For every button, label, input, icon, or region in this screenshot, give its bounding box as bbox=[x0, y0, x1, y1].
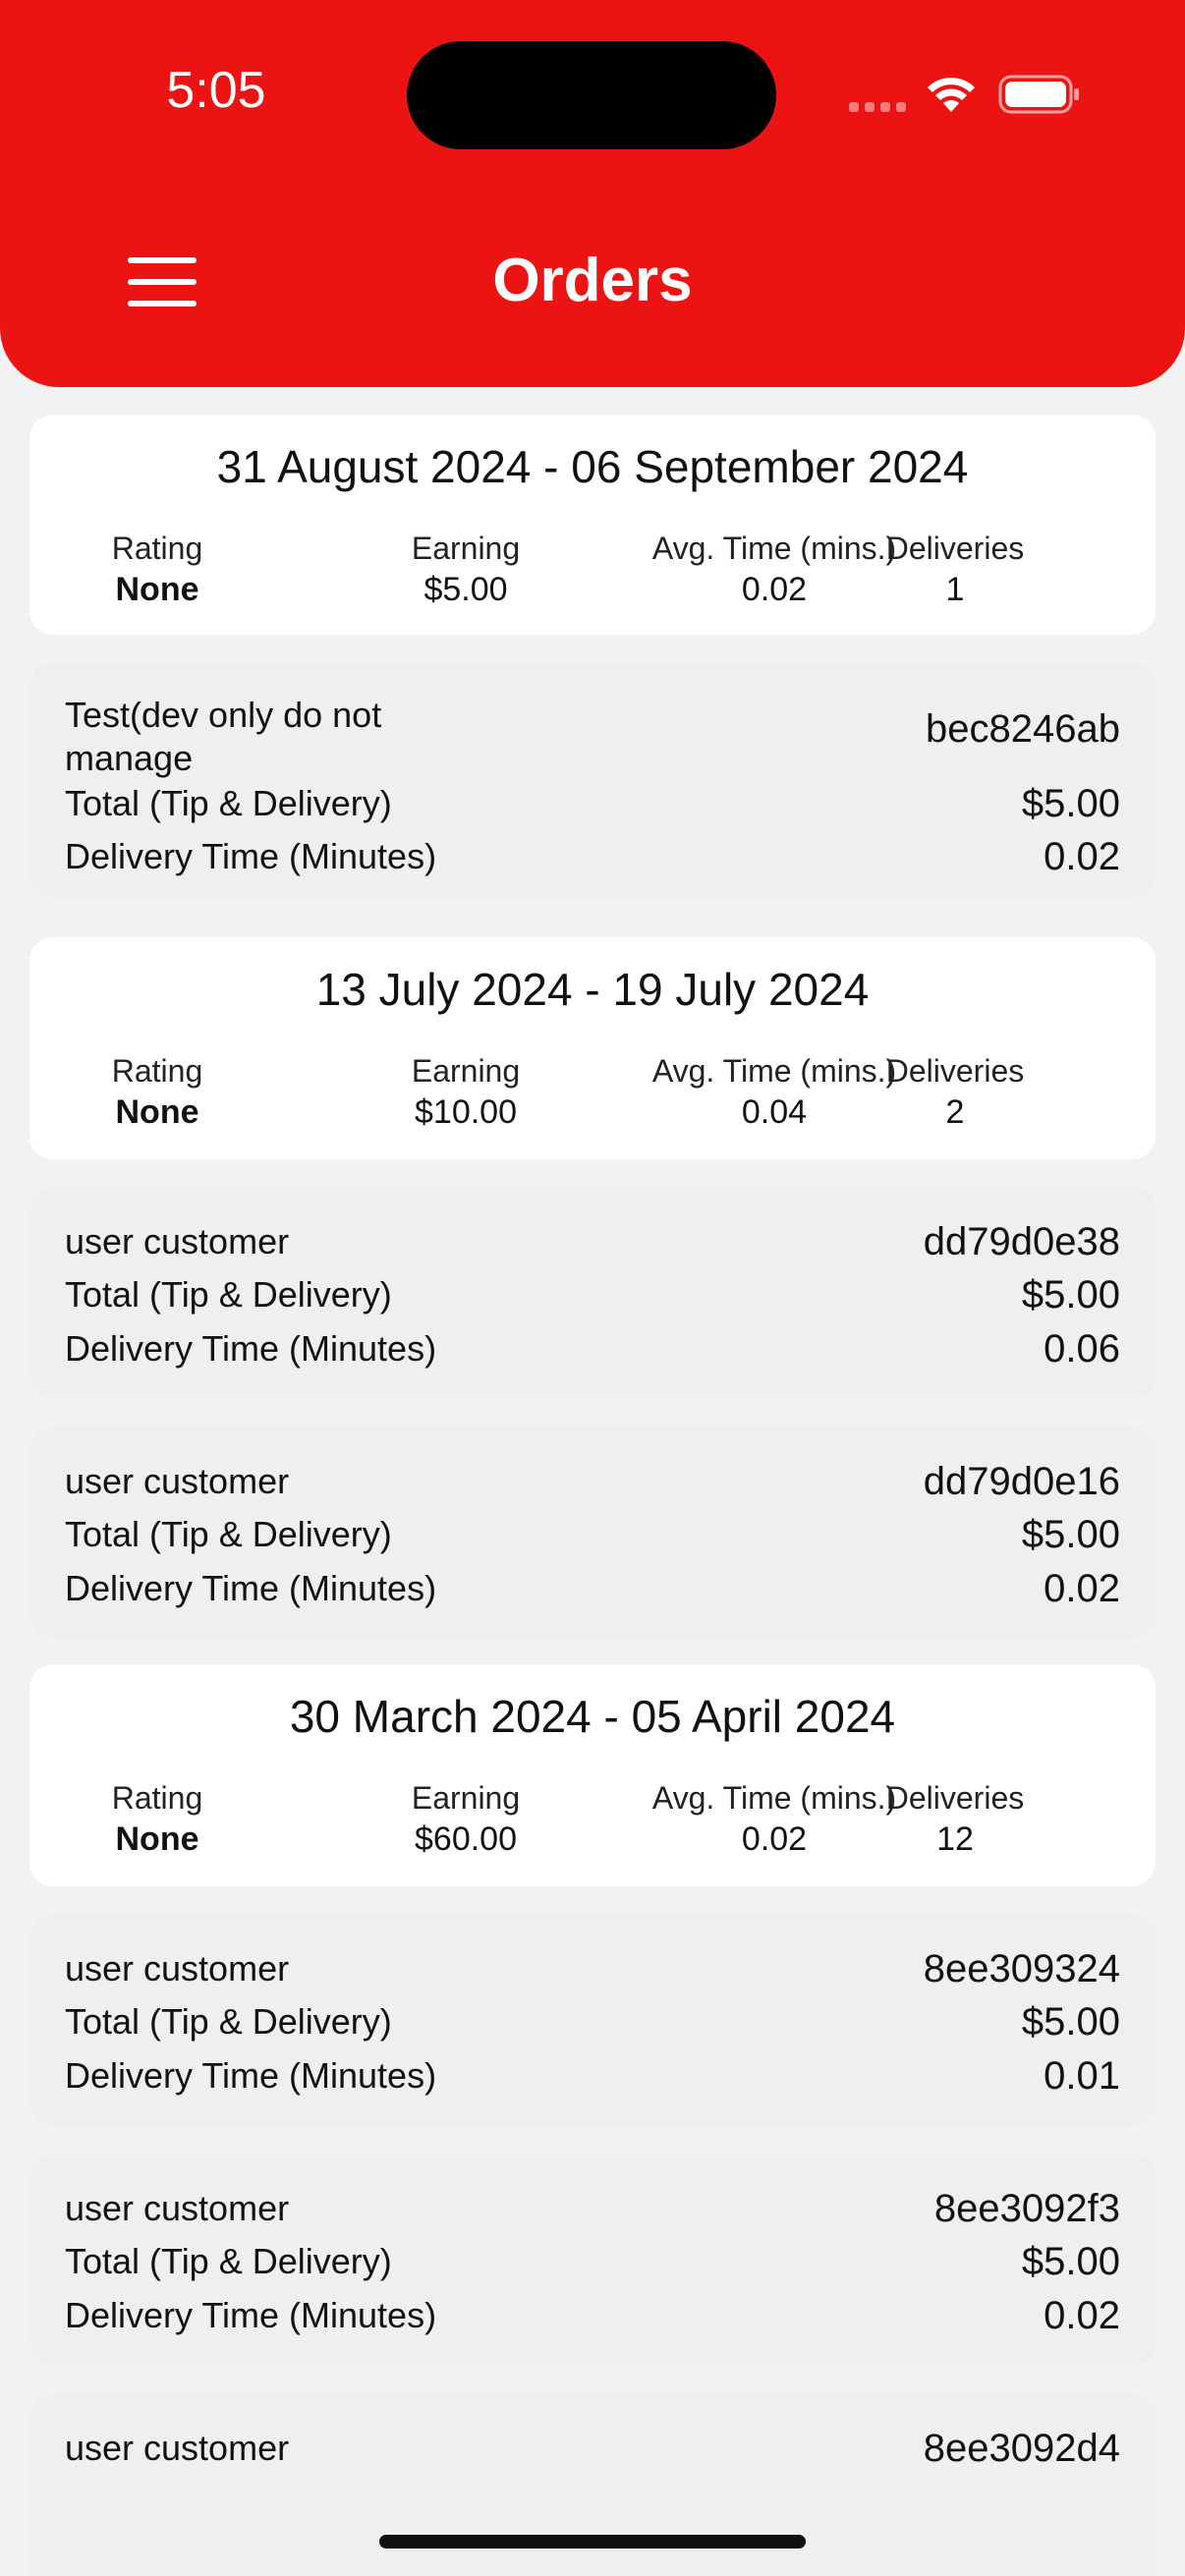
total-label: Total (Tip & Delivery) bbox=[65, 2241, 392, 2281]
stat-value: 2 bbox=[945, 1093, 965, 1131]
week-summary-card[interactable]: 31 August 2024 - 06 September 2024 Ratin… bbox=[29, 415, 1156, 635]
order-id: 8ee3092d4 bbox=[923, 2427, 1120, 2470]
stat-value: None bbox=[115, 1820, 199, 1858]
stat-label: Deliveries bbox=[885, 1053, 1025, 1089]
delivery-time-value: 0.02 bbox=[1044, 1567, 1120, 1610]
stat-rating: Rating None bbox=[29, 1778, 285, 1861]
order-card[interactable]: user customer dd79d0e38 Total (Tip & Del… bbox=[29, 1187, 1156, 1399]
stat-label: Rating bbox=[111, 531, 203, 566]
stat-value: $5.00 bbox=[423, 571, 508, 608]
stat-value: None bbox=[115, 1093, 199, 1131]
stat-earning: Earning $10.00 bbox=[338, 1051, 593, 1134]
stat-label: Earning bbox=[411, 1053, 521, 1089]
total-value: $5.00 bbox=[1021, 2000, 1120, 2044]
battery-icon bbox=[998, 75, 1079, 114]
week-range: 30 March 2024 - 05 April 2024 bbox=[289, 1691, 896, 1742]
delivery-time-label: Delivery Time (Minutes) bbox=[65, 2055, 437, 2096]
stat-deliveries: Deliveries 1 bbox=[827, 529, 1083, 611]
status-time: 5:05 bbox=[166, 62, 266, 119]
order-card[interactable]: user customer 8ee3092f3 Total (Tip & Del… bbox=[29, 2154, 1156, 2366]
customer-name: user customer bbox=[65, 1948, 290, 1988]
total-label: Total (Tip & Delivery) bbox=[65, 2001, 392, 2042]
delivery-time-value: 0.06 bbox=[1044, 1327, 1120, 1371]
stat-value: $60.00 bbox=[415, 1820, 517, 1858]
stat-rating: Rating None bbox=[29, 529, 285, 611]
stat-label: Earning bbox=[411, 1780, 521, 1816]
stat-value: 1 bbox=[945, 571, 965, 608]
stat-value: None bbox=[115, 571, 199, 608]
customer-name: user customer bbox=[65, 2428, 290, 2468]
delivery-time-value: 0.02 bbox=[1044, 2294, 1120, 2337]
home-indicator bbox=[379, 2535, 806, 2548]
delivery-time-label: Delivery Time (Minutes) bbox=[65, 1328, 437, 1369]
order-card[interactable]: user customer 8ee309324 Total (Tip & Del… bbox=[29, 1914, 1156, 2126]
stat-deliveries: Deliveries 12 bbox=[827, 1778, 1083, 1861]
stat-deliveries: Deliveries 2 bbox=[827, 1051, 1083, 1134]
order-card[interactable]: user customer 8ee3092d4 bbox=[29, 2393, 1156, 2576]
stat-label: Deliveries bbox=[885, 1780, 1025, 1816]
order-id: 8ee3092f3 bbox=[933, 2187, 1120, 2230]
order-id: dd79d0e16 bbox=[923, 1460, 1120, 1503]
customer-name: Test(dev only do not manage bbox=[65, 695, 382, 778]
delivery-time-label: Delivery Time (Minutes) bbox=[65, 2295, 437, 2335]
cellular-signal-icon bbox=[849, 102, 906, 112]
page-title: Orders bbox=[492, 247, 693, 314]
week-summary-card[interactable]: 13 July 2024 - 19 July 2024 Rating None … bbox=[29, 937, 1156, 1159]
total-label: Total (Tip & Delivery) bbox=[65, 783, 392, 823]
stat-earning: Earning $5.00 bbox=[338, 529, 593, 611]
week-range: 13 July 2024 - 19 July 2024 bbox=[315, 964, 870, 1015]
order-id: dd79d0e38 bbox=[923, 1220, 1120, 1263]
dynamic-island bbox=[407, 41, 776, 149]
order-id: 8ee309324 bbox=[923, 1947, 1120, 1990]
order-card[interactable]: Test(dev only do not manage bec8246ab To… bbox=[29, 662, 1156, 898]
stat-label: Deliveries bbox=[885, 531, 1025, 566]
stat-rating: Rating None bbox=[29, 1051, 285, 1134]
stat-value: $10.00 bbox=[415, 1093, 517, 1131]
delivery-time-value: 0.02 bbox=[1044, 835, 1120, 878]
week-range: 31 August 2024 - 06 September 2024 bbox=[216, 441, 969, 492]
stat-label: Earning bbox=[411, 531, 521, 566]
order-card[interactable]: user customer dd79d0e16 Total (Tip & Del… bbox=[29, 1427, 1156, 1639]
total-label: Total (Tip & Delivery) bbox=[65, 1514, 392, 1554]
delivery-time-value: 0.01 bbox=[1044, 2054, 1120, 2098]
stat-earning: Earning $60.00 bbox=[338, 1778, 593, 1861]
total-value: $5.00 bbox=[1021, 2240, 1120, 2283]
stat-value: 12 bbox=[936, 1820, 974, 1858]
total-value: $5.00 bbox=[1021, 1513, 1120, 1556]
stat-label: Rating bbox=[111, 1053, 203, 1089]
wifi-icon bbox=[928, 78, 975, 112]
app-header: 5:05 Orders bbox=[0, 0, 1185, 387]
total-value: $5.00 bbox=[1021, 1273, 1120, 1316]
customer-name: user customer bbox=[65, 1461, 290, 1501]
delivery-time-label: Delivery Time (Minutes) bbox=[65, 1568, 437, 1608]
customer-name: user customer bbox=[65, 1221, 290, 1261]
total-label: Total (Tip & Delivery) bbox=[65, 1274, 392, 1315]
stat-label: Rating bbox=[111, 1780, 203, 1816]
total-value: $5.00 bbox=[1021, 782, 1120, 825]
customer-name: user customer bbox=[65, 2188, 290, 2228]
week-summary-card[interactable]: 30 March 2024 - 05 April 2024 Rating Non… bbox=[29, 1664, 1156, 1886]
delivery-time-label: Delivery Time (Minutes) bbox=[65, 836, 437, 876]
order-id: bec8246ab bbox=[926, 707, 1120, 751]
